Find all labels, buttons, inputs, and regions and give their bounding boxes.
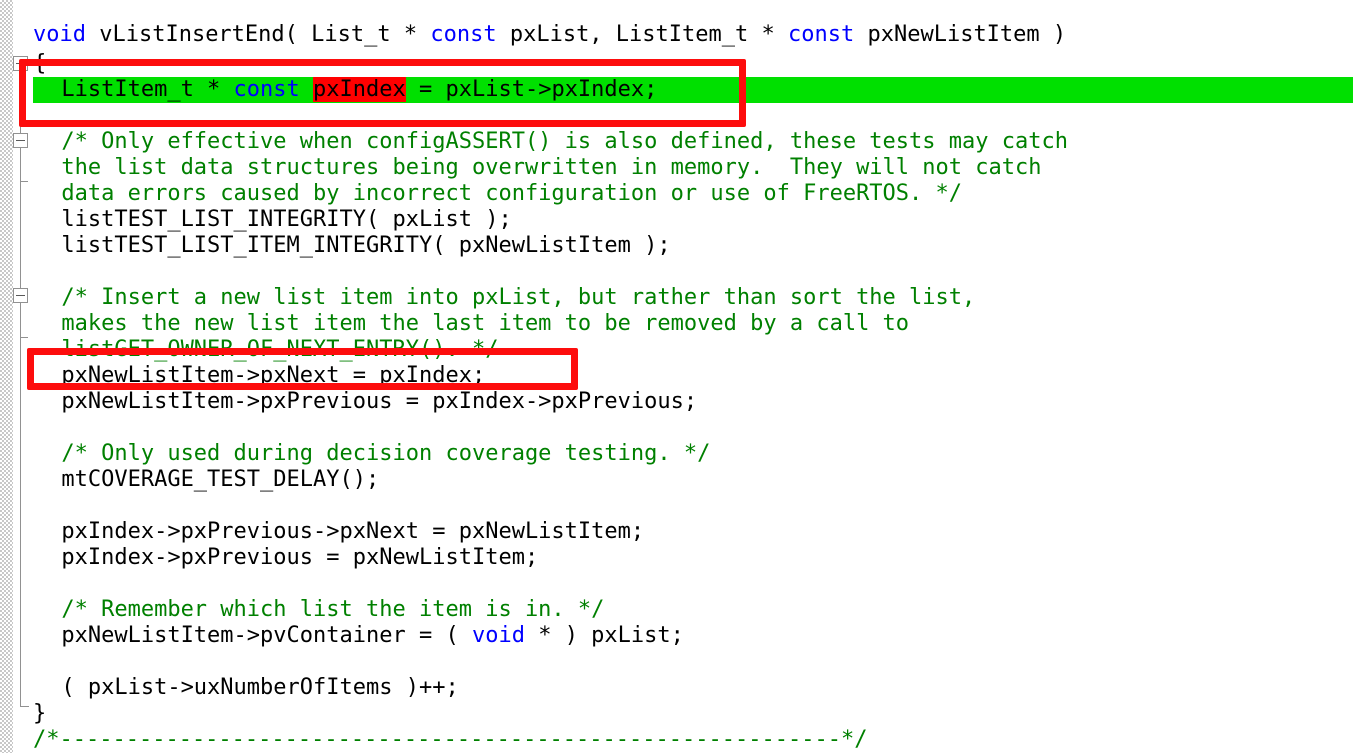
code-keyword: void — [471, 623, 525, 648]
code-comment: /* Insert a new list item into pxList, b… — [61, 285, 976, 310]
code-text: * ) pxList; — [524, 623, 684, 648]
code-editor[interactable]: void vListInsertEnd( List_t * const pxLi… — [0, 0, 1353, 753]
code-text: pxNewListItem->pvContainer = ( — [61, 623, 472, 648]
code-comment: /* Only effective when configASSERT() is… — [61, 129, 1068, 154]
annotation-rect-assignment — [27, 348, 578, 390]
code-text: pxIndex->pxPrevious = pxNewListItem; — [61, 545, 539, 570]
code-line[interactable]: listTEST_LIST_ITEM_INTEGRITY( pxNewListI… — [61, 233, 670, 259]
code-line[interactable]: pxNewListItem->pvContainer = ( void * ) … — [61, 623, 684, 649]
code-text: pxNewListItem ) — [854, 22, 1067, 47]
code-line[interactable]: mtCOVERAGE_TEST_DELAY(); — [61, 467, 379, 493]
code-line[interactable]: /*--------------------------------------… — [33, 727, 867, 753]
code-line[interactable]: /* Remember which list the item is in. *… — [61, 597, 604, 623]
code-keyword: void — [33, 22, 86, 47]
code-text: mtCOVERAGE_TEST_DELAY(); — [61, 467, 380, 492]
code-text: } — [33, 701, 47, 726]
code-text: pxList, ListItem_t * — [496, 22, 788, 47]
code-line[interactable]: /* Only effective when configASSERT() is… — [61, 129, 1068, 155]
code-comment: makes the new list item the last item to… — [61, 311, 910, 336]
code-line[interactable]: makes the new list item the last item to… — [61, 311, 909, 337]
code-line[interactable]: data errors caused by incorrect configur… — [61, 181, 962, 207]
code-line[interactable]: pxIndex->pxPrevious->pxNext = pxNewListI… — [61, 519, 644, 545]
code-comment: data errors caused by incorrect configur… — [61, 181, 963, 206]
code-comment: the list data structures being overwritt… — [61, 155, 1042, 180]
code-comment: /* Remember which list the item is in. *… — [61, 597, 605, 622]
code-line[interactable]: listTEST_LIST_INTEGRITY( pxList ); — [61, 207, 511, 233]
code-text: listTEST_LIST_INTEGRITY( pxList ); — [61, 207, 512, 232]
code-comment: /*--------------------------------------… — [33, 727, 868, 752]
code-line[interactable]: pxNewListItem->pxPrevious = pxIndex->pxP… — [61, 389, 697, 415]
code-keyword: const — [430, 22, 497, 47]
code-line[interactable]: ( pxList->uxNumberOfItems )++; — [61, 675, 458, 701]
annotation-rect-declaration — [19, 59, 746, 127]
code-text: vListInsertEnd( List_t * — [85, 22, 431, 47]
code-text: ( pxList->uxNumberOfItems )++; — [61, 675, 459, 700]
code-text: listTEST_LIST_ITEM_INTEGRITY( pxNewListI… — [61, 233, 671, 258]
code-line[interactable]: the list data structures being overwritt… — [61, 155, 1041, 181]
code-line[interactable]: /* Insert a new list item into pxList, b… — [61, 285, 975, 311]
code-text: pxNewListItem->pxPrevious = pxIndex->pxP… — [61, 389, 698, 414]
code-line[interactable]: } — [33, 701, 46, 727]
code-line[interactable]: void vListInsertEnd( List_t * const pxLi… — [33, 22, 1066, 48]
code-line[interactable]: pxIndex->pxPrevious = pxNewListItem; — [61, 545, 538, 571]
code-comment: /* Only used during decision coverage te… — [61, 441, 711, 466]
code-keyword: const — [788, 22, 855, 47]
code-line[interactable]: /* Only used during decision coverage te… — [61, 441, 710, 467]
code-text: pxIndex->pxPrevious->pxNext = pxNewListI… — [61, 519, 645, 544]
